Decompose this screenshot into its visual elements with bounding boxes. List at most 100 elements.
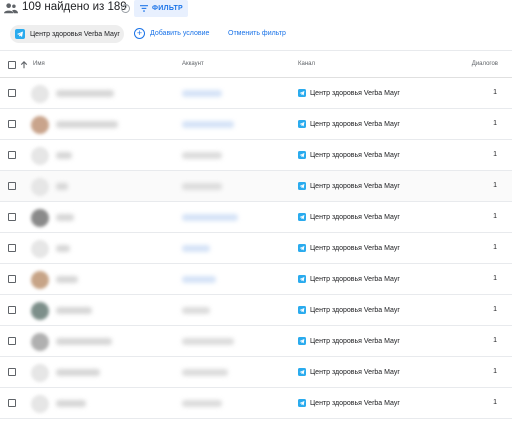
filter-button[interactable]: ФИЛЬТР (134, 0, 188, 17)
redacted-account[interactable] (182, 245, 210, 252)
dialogs-count: 1 (493, 306, 497, 313)
dialogs-count: 1 (493, 182, 497, 189)
table-row[interactable]: Центр здоровья Verba Mayr 1 (0, 202, 512, 233)
row-checkbox[interactable] (8, 120, 16, 128)
table-header: Имя Аккаунт Канал Диалогов (0, 50, 512, 78)
table-row[interactable]: Центр здоровья Verba Mayr 1 (0, 264, 512, 295)
results-toolbar: 109 найдено из 189 ? ФИЛЬТР (0, 0, 512, 18)
column-header-dialogs[interactable]: Диалогов (472, 61, 498, 67)
redacted-account[interactable] (182, 90, 222, 97)
avatar (31, 302, 49, 320)
column-header-channel[interactable]: Канал (298, 61, 315, 67)
dialogs-count: 1 (493, 213, 497, 220)
redacted-name (56, 400, 86, 407)
channel-cell: Центр здоровья Verba Mayr (298, 244, 400, 252)
row-checkbox[interactable] (8, 213, 16, 221)
column-header-name[interactable]: Имя (33, 61, 45, 67)
table-row[interactable]: Центр здоровья Verba Mayr 1 (0, 326, 512, 357)
table-row[interactable]: Центр здоровья Verba Mayr 1 (0, 171, 512, 202)
redacted-name (56, 121, 118, 128)
column-header-account[interactable]: Аккаунт (182, 61, 204, 67)
redacted-account (182, 400, 222, 407)
row-checkbox[interactable] (8, 337, 16, 345)
channel-name: Центр здоровья Verba Mayr (310, 120, 400, 128)
telegram-icon (298, 368, 306, 376)
channel-name: Центр здоровья Verba Mayr (310, 213, 400, 221)
active-filters: Центр здоровья Verba Mayr + Добавить усл… (0, 24, 512, 44)
help-icon[interactable]: ? (121, 4, 130, 13)
avatar (31, 271, 49, 289)
row-checkbox[interactable] (8, 89, 16, 97)
row-checkbox[interactable] (8, 306, 16, 314)
channel-name: Центр здоровья Verba Mayr (310, 182, 400, 190)
avatar (31, 116, 49, 134)
channel-name: Центр здоровья Verba Mayr (310, 399, 400, 407)
redacted-name (56, 245, 70, 252)
channel-name: Центр здоровья Verba Mayr (310, 151, 400, 159)
redacted-name (56, 307, 92, 314)
avatar (31, 209, 49, 227)
dialogs-count: 1 (493, 151, 497, 158)
telegram-icon (298, 306, 306, 314)
redacted-account (182, 369, 228, 376)
telegram-icon (298, 151, 306, 159)
telegram-icon (298, 337, 306, 345)
redacted-name (56, 152, 72, 159)
row-checkbox[interactable] (8, 275, 16, 283)
channel-filter-chip[interactable]: Центр здоровья Verba Mayr (10, 25, 124, 43)
channel-name: Центр здоровья Verba Mayr (310, 275, 400, 283)
telegram-icon (298, 244, 306, 252)
select-all-checkbox[interactable] (8, 61, 16, 69)
dialogs-count: 1 (493, 89, 497, 96)
dialogs-count: 1 (493, 399, 497, 406)
channel-name: Центр здоровья Verba Mayr (310, 244, 400, 252)
row-checkbox[interactable] (8, 182, 16, 190)
sort-arrow-up-icon[interactable] (20, 61, 28, 69)
redacted-name (56, 214, 74, 221)
redacted-account[interactable] (182, 121, 234, 128)
people-icon (4, 3, 18, 14)
table-row[interactable]: Центр здоровья Verba Mayr 1 (0, 233, 512, 264)
dialogs-count: 1 (493, 368, 497, 375)
redacted-account (182, 183, 222, 190)
redacted-account[interactable] (182, 276, 216, 283)
telegram-icon (298, 275, 306, 283)
table-row[interactable]: Центр здоровья Verba Mayr 1 (0, 78, 512, 109)
table-row[interactable]: Центр здоровья Verba Mayr 1 (0, 295, 512, 326)
chip-label: Центр здоровья Verba Mayr (30, 30, 120, 38)
redacted-name (56, 369, 100, 376)
avatar (31, 333, 49, 351)
channel-cell: Центр здоровья Verba Mayr (298, 120, 400, 128)
contacts-table: Имя Аккаунт Канал Диалогов Центр здоровь… (0, 50, 512, 419)
dialogs-count: 1 (493, 275, 497, 282)
telegram-icon (298, 213, 306, 221)
dialogs-count: 1 (493, 120, 497, 127)
telegram-icon (298, 120, 306, 128)
channel-cell: Центр здоровья Verba Mayr (298, 337, 400, 345)
channel-cell: Центр здоровья Verba Mayr (298, 213, 400, 221)
row-checkbox[interactable] (8, 151, 16, 159)
results-count: 109 найдено из 189 (22, 1, 127, 13)
avatar (31, 364, 49, 382)
row-checkbox[interactable] (8, 399, 16, 407)
table-row[interactable]: Центр здоровья Verba Mayr 1 (0, 357, 512, 388)
add-condition-label: Добавить условие (150, 30, 210, 37)
channel-cell: Центр здоровья Verba Mayr (298, 151, 400, 159)
channel-name: Центр здоровья Verba Mayr (310, 306, 400, 314)
redacted-name (56, 338, 112, 345)
avatar (31, 240, 49, 258)
add-circle-icon: + (134, 28, 145, 39)
row-checkbox[interactable] (8, 244, 16, 252)
channel-cell: Центр здоровья Verba Mayr (298, 89, 400, 97)
channel-cell: Центр здоровья Verba Mayr (298, 275, 400, 283)
row-checkbox[interactable] (8, 368, 16, 376)
filter-icon (140, 5, 148, 12)
add-condition-button[interactable]: + Добавить условие (134, 28, 209, 39)
table-row[interactable]: Центр здоровья Verba Mayr 1 (0, 109, 512, 140)
avatar (31, 85, 49, 103)
redacted-account[interactable] (182, 214, 238, 221)
table-row[interactable]: Центр здоровья Verba Mayr 1 (0, 140, 512, 171)
dialogs-count: 1 (493, 337, 497, 344)
cancel-filter-link[interactable]: Отменить фильтр (228, 30, 286, 37)
table-row[interactable]: Центр здоровья Verba Mayr 1 (0, 388, 512, 419)
